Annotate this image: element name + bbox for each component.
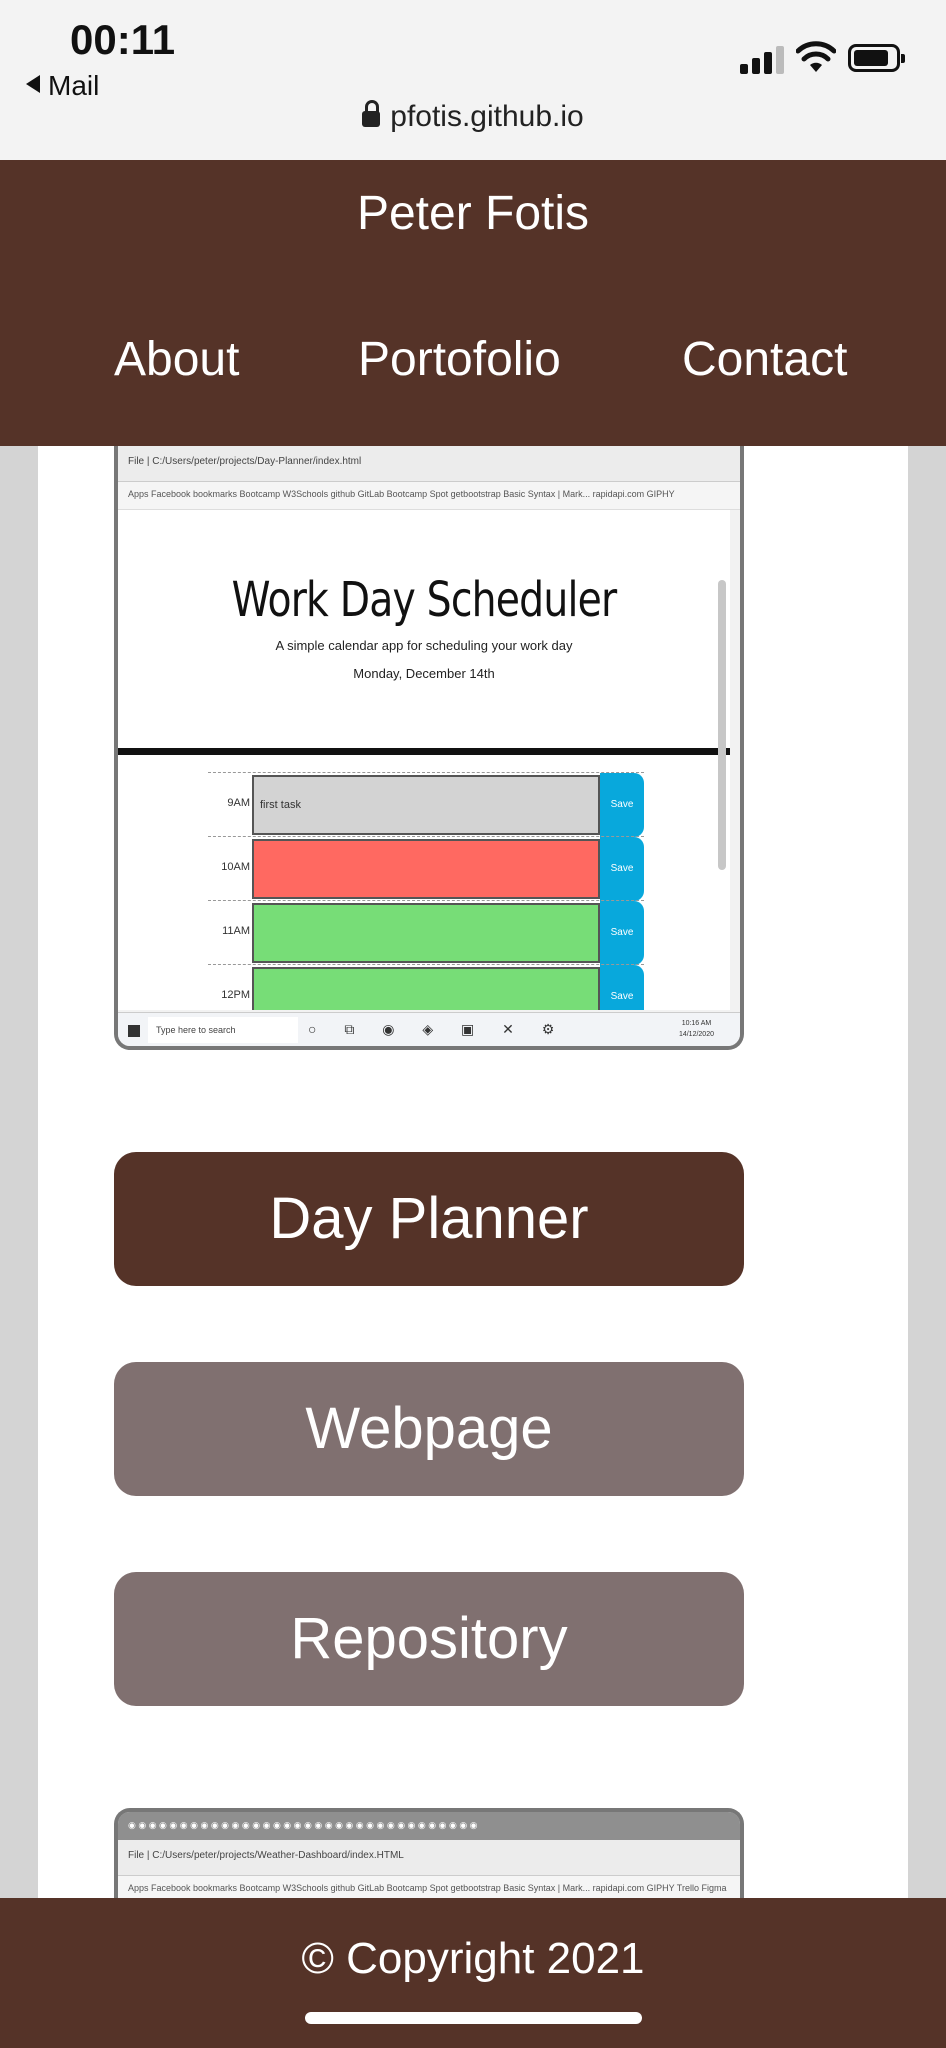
repository-button[interactable]: Repository xyxy=(114,1572,744,1706)
back-label: Mail xyxy=(48,70,100,101)
hour-task xyxy=(252,903,600,963)
lock-icon xyxy=(362,100,381,127)
save-button: Save xyxy=(600,773,644,837)
hour-row: 12PM Save xyxy=(208,964,644,1010)
battery-icon xyxy=(848,44,905,72)
hour-label: 10AM xyxy=(221,861,250,873)
taskbar-time: 10:16 AM xyxy=(681,1020,712,1027)
status-bar: 00:11 Mail pfotis.github.io xyxy=(0,0,946,160)
hour-task xyxy=(252,967,600,1010)
hour-label: 12PM xyxy=(221,989,250,1001)
browser-address-bar: File | C:/Users/peter/projects/Weather-D… xyxy=(118,1840,740,1876)
status-time: 00:11 xyxy=(70,16,176,63)
browser-tab-strip: ◉ ◉ ◉ ◉ ◉ ◉ ◉ ◉ ◉ ◉ ◉ ◉ ◉ ◉ ◉ ◉ ◉ ◉ ◉ ◉ … xyxy=(118,1812,740,1840)
scheduler-divider xyxy=(118,748,730,755)
browser-address-bar: File | C:/Users/peter/projects/Day-Plann… xyxy=(118,446,740,482)
back-to-mail-link[interactable]: Mail xyxy=(26,70,99,102)
home-indicator[interactable] xyxy=(305,2012,642,2024)
taskbar-clock: 10:16 AM 14/12/2020 xyxy=(679,1018,714,1040)
nav-link-about[interactable]: About xyxy=(114,332,239,387)
hour-row: 11AM Save xyxy=(208,900,644,965)
scheduler-date: Monday, December 14th xyxy=(353,666,495,681)
browser-bookmarks-bar: Apps Facebook bookmarks Bootcamp W3Schoo… xyxy=(118,1876,740,1898)
hour-task xyxy=(252,839,600,899)
scheduler-page: Work Day Scheduler A simple calendar app… xyxy=(118,510,730,1010)
cellular-signal-icon xyxy=(740,44,784,74)
wifi-icon xyxy=(796,41,836,72)
browser-bookmarks-bar: Apps Facebook bookmarks Bootcamp W3Schoo… xyxy=(118,482,740,510)
windows-taskbar: Type here to search ○ ⧉ ◉ ◈ ▣ ✕ ⚙ 10:16 … xyxy=(118,1012,740,1046)
project-screenshot-weather-dashboard: ◉ ◉ ◉ ◉ ◉ ◉ ◉ ◉ ◉ ◉ ◉ ◉ ◉ ◉ ◉ ◉ ◉ ◉ ◉ ◉ … xyxy=(114,1808,744,1898)
back-arrow-icon xyxy=(26,75,40,93)
hour-label: 9AM xyxy=(227,797,250,809)
taskbar-search: Type here to search xyxy=(148,1017,298,1043)
windows-start-icon xyxy=(128,1025,140,1037)
save-button: Save xyxy=(600,901,644,965)
taskbar-date: 14/12/2020 xyxy=(678,1031,714,1038)
webpage-button[interactable]: Webpage xyxy=(114,1362,744,1496)
scheduler-subtitle: A simple calendar app for scheduling you… xyxy=(275,638,573,653)
address-bar[interactable]: pfotis.github.io xyxy=(0,100,946,134)
hour-task: first task xyxy=(252,775,600,835)
page-scrollbar xyxy=(718,580,726,870)
nav-link-contact[interactable]: Contact xyxy=(682,332,847,387)
address-url: pfotis.github.io xyxy=(390,100,584,133)
scheduler-title: Work Day Scheduler xyxy=(231,572,618,628)
site-title: Peter Fotis xyxy=(356,187,590,240)
save-button: Save xyxy=(600,837,644,901)
site-footer: © Copyright 2021 xyxy=(0,1898,946,2048)
hour-row: 10AM Save xyxy=(208,836,644,901)
copyright-text: © Copyright 2021 xyxy=(301,1934,645,1983)
save-button: Save xyxy=(600,965,644,1010)
nav-link-portfolio[interactable]: Portofolio xyxy=(358,332,561,387)
taskbar-app-icons: ○ ⧉ ◉ ◈ ▣ ✕ ⚙ xyxy=(308,1021,567,1037)
project-screenshot-day-planner: File | C:/Users/peter/projects/Day-Plann… xyxy=(114,446,744,1050)
hour-row: 9AM first task Save xyxy=(208,772,644,837)
site-header: Peter Fotis About Portofolio Contact xyxy=(0,160,946,446)
hour-label: 11AM xyxy=(222,925,250,937)
day-planner-button[interactable]: Day Planner xyxy=(114,1152,744,1286)
